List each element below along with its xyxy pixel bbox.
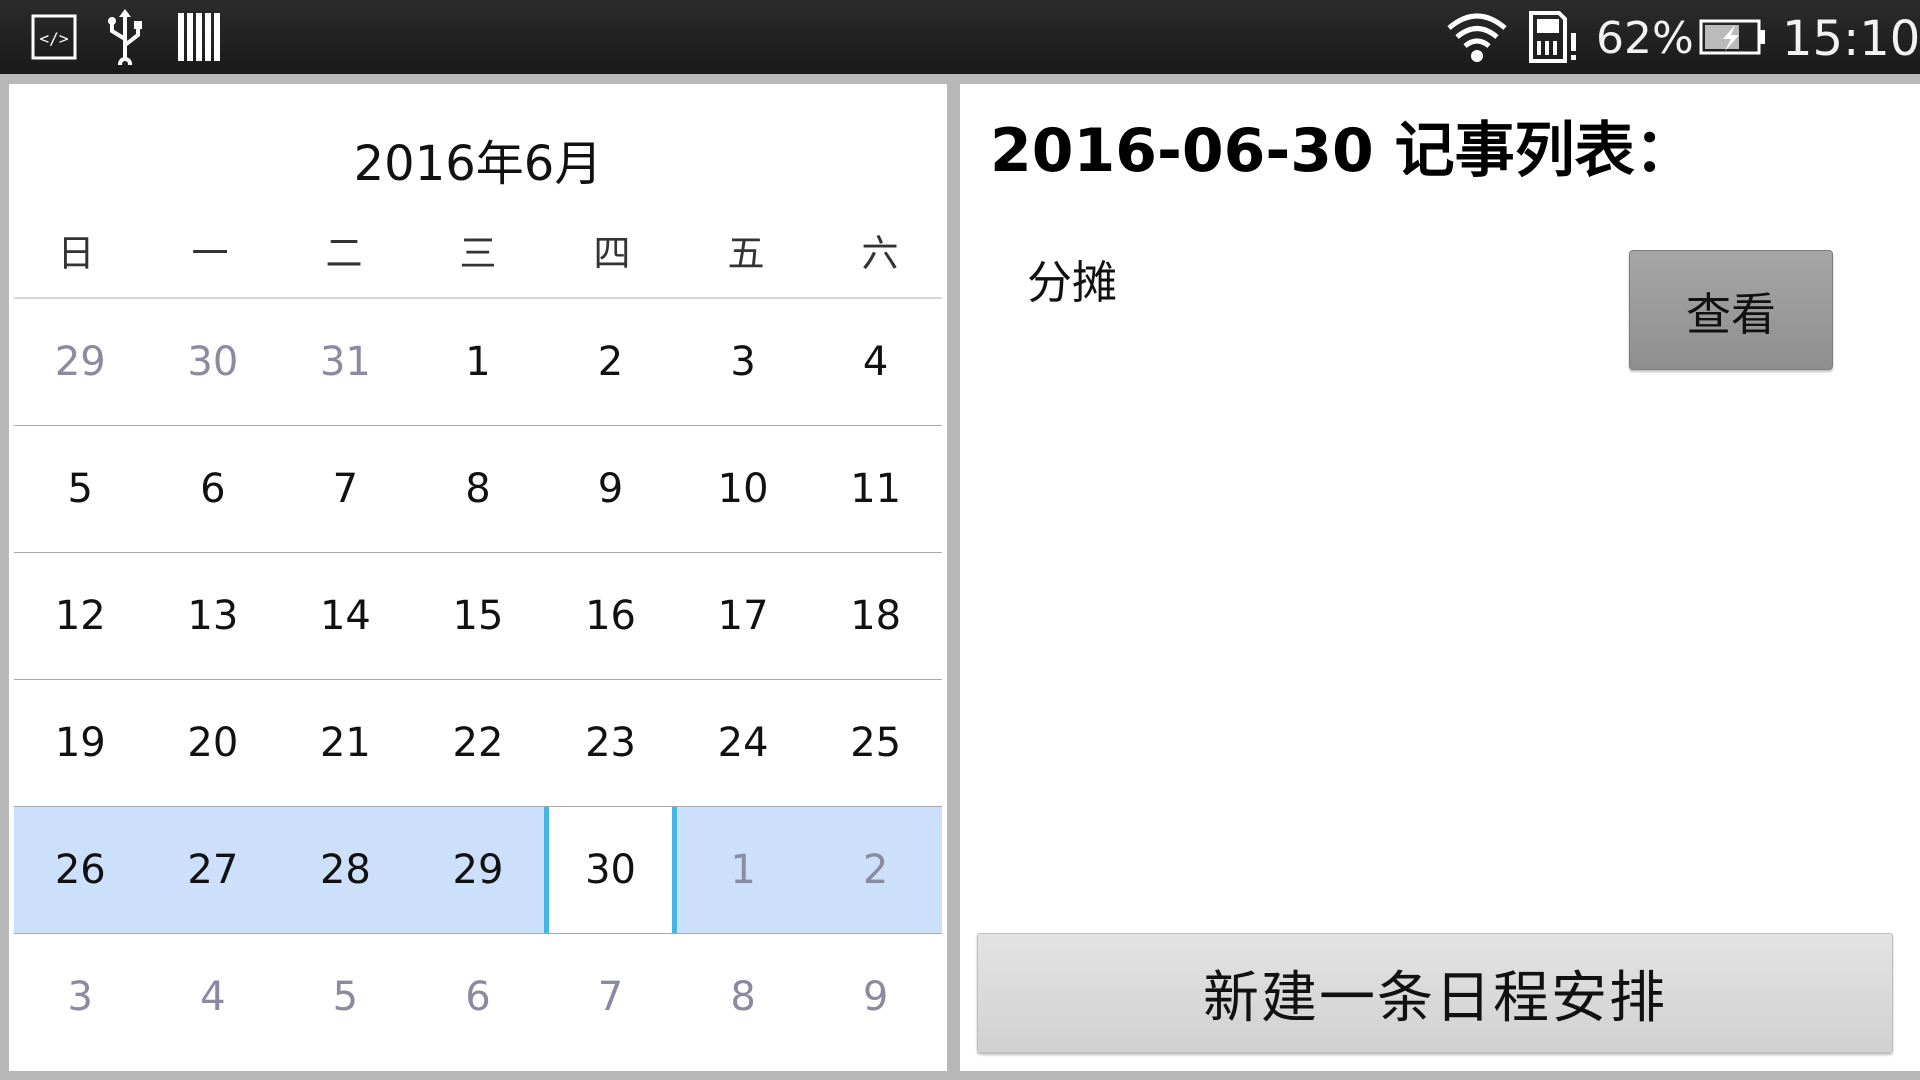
new-event-button[interactable]: 新建一条日程安排: [977, 933, 1893, 1053]
month-title: 2016年6月: [353, 136, 603, 192]
weekday-label: 三: [459, 232, 497, 275]
weekday-label: 一: [191, 232, 229, 275]
calendar-day[interactable]: 23: [544, 680, 677, 806]
calendar-day[interactable]: 1: [412, 299, 545, 425]
calendar-day[interactable]: 25: [809, 680, 942, 806]
wifi-icon: [1444, 0, 1510, 74]
calendar-day[interactable]: 13: [147, 553, 280, 679]
weekday-label: 日: [57, 232, 95, 275]
calendar-day[interactable]: 2: [809, 807, 942, 933]
calendar-day[interactable]: 14: [279, 553, 412, 679]
weekday-header: 日一二三四五六: [9, 218, 947, 290]
weekday-label: 四: [593, 232, 631, 275]
calendar-day[interactable]: 2: [544, 299, 677, 425]
calendar-day[interactable]: 16: [544, 553, 677, 679]
calendar-panel: 2016年6月 日一二三四五六 29 30 31 1 2 3 4 5 6 7 8 9 10 11 12 13 1…: [9, 84, 947, 1071]
calendar-day[interactable]: 3: [14, 934, 147, 1061]
calendar-day[interactable]: 29: [14, 299, 147, 425]
calendar-day[interactable]: 24: [677, 680, 810, 806]
view-event-button[interactable]: 查看: [1629, 250, 1833, 370]
calendar-day[interactable]: 26: [14, 807, 147, 933]
usb-icon: [100, 0, 150, 74]
calendar-day[interactable]: 7: [544, 934, 677, 1061]
calendar-day[interactable]: 5: [279, 934, 412, 1061]
calendar-day[interactable]: 29: [412, 807, 545, 933]
calendar-day[interactable]: 22: [412, 680, 545, 806]
calendar-day[interactable]: 21: [279, 680, 412, 806]
calendar-day[interactable]: 7: [279, 426, 412, 552]
calendar-day[interactable]: 30: [147, 299, 280, 425]
calendar-week-row: 19 20 21 22 23 24 25: [14, 680, 942, 807]
calendar-day[interactable]: 28: [279, 807, 412, 933]
weekday-label: 二: [325, 232, 363, 275]
calendar-week-row: 3456789: [14, 934, 942, 1061]
calendar-day[interactable]: 17: [677, 553, 810, 679]
calendar-day[interactable]: 31: [279, 299, 412, 425]
calendar-day[interactable]: 10: [677, 426, 810, 552]
weekday-label: 六: [861, 232, 899, 275]
status-bar: </> 62% 15:10: [0, 0, 1920, 74]
battery-percent: 62%: [1596, 13, 1694, 64]
event-list-title: 2016-06-30 记事列表：: [990, 116, 1695, 186]
barcode-icon: [174, 0, 224, 74]
svg-text:</>: </>: [40, 29, 69, 48]
event-item-name[interactable]: 分摊: [1027, 246, 1117, 311]
calendar-day[interactable]: 27: [147, 807, 280, 933]
clock: 15:10: [1782, 11, 1920, 67]
calendar-week-row: 29 30 31 1 2 3 4: [14, 299, 942, 426]
calendar-day[interactable]: 6: [147, 426, 280, 552]
calendar-day[interactable]: 3: [677, 299, 810, 425]
calendar-day[interactable]: 4: [809, 299, 942, 425]
sd-card-icon: [1526, 0, 1580, 74]
calendar-day[interactable]: 9: [809, 934, 942, 1061]
calendar-day[interactable]: 5: [14, 426, 147, 552]
calendar-week-row: 12 13 14 15 16 17 18: [14, 553, 942, 680]
calendar-day[interactable]: 15: [412, 553, 545, 679]
calendar-day[interactable]: 4: [147, 934, 280, 1061]
calendar-day[interactable]: 6: [412, 934, 545, 1061]
calendar-day[interactable]: 9: [544, 426, 677, 552]
calendar-day[interactable]: 8: [677, 934, 810, 1061]
calendar-week-row: 26 27 28 29 30 1 2: [14, 807, 942, 934]
weekday-label: 五: [727, 232, 765, 275]
calendar-day[interactable]: 11: [809, 426, 942, 552]
calendar-grid: 29 30 31 1 2 3 4 5 6 7 8 9 10 11 12 13 14 15 16 17 18 19 20 21 2…: [14, 299, 942, 1061]
calendar-day[interactable]: 8: [412, 426, 545, 552]
calendar-day[interactable]: 18: [809, 553, 942, 679]
calendar-day[interactable]: 20: [147, 680, 280, 806]
battery-icon: [1698, 0, 1768, 74]
calendar-day-selected[interactable]: 30: [544, 807, 677, 933]
code-icon: </>: [30, 0, 78, 74]
calendar-day[interactable]: 19: [14, 680, 147, 806]
calendar-day[interactable]: 12: [14, 553, 147, 679]
calendar-day[interactable]: 1: [677, 807, 810, 933]
event-list-panel: 2016-06-30 记事列表： 分摊 查看 新建一条日程安排: [960, 84, 1920, 1071]
calendar-week-row: 5 6 7 8 9 10 11: [14, 426, 942, 553]
